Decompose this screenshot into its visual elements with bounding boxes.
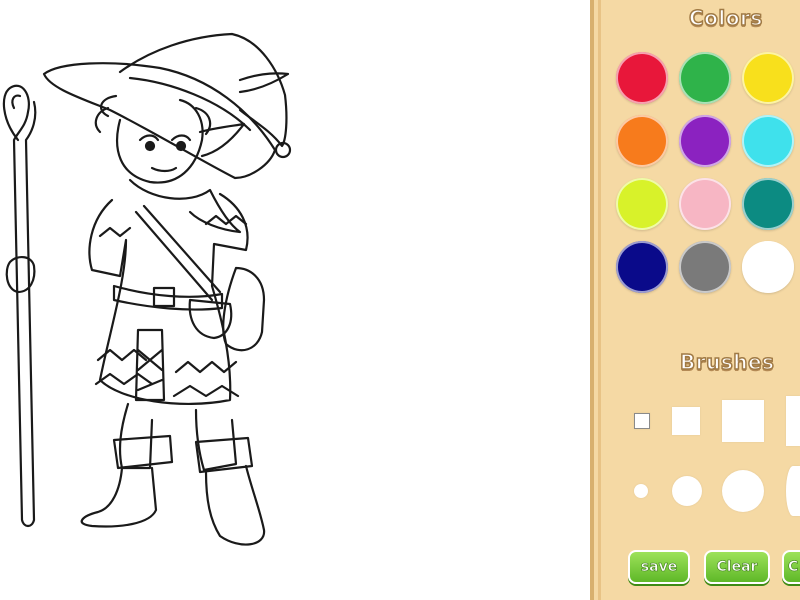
brush-round-xlarge[interactable] <box>786 466 800 516</box>
clear-button[interactable]: Clear <box>704 550 770 584</box>
brush-square-medium[interactable] <box>672 407 700 435</box>
brush-round-small[interactable] <box>634 484 648 498</box>
color-swatch-teal[interactable] <box>742 178 794 230</box>
color-swatch-green[interactable] <box>679 52 731 104</box>
partial-button[interactable]: C <box>782 550 800 584</box>
brush-square-xlarge[interactable] <box>786 396 800 446</box>
color-swatch-lime[interactable] <box>616 178 668 230</box>
color-swatch-red[interactable] <box>616 52 668 104</box>
color-swatch-white[interactable] <box>742 241 794 293</box>
tools-panel: Colors Brushes save Clear C <box>590 0 800 600</box>
color-swatch-pink[interactable] <box>679 178 731 230</box>
brush-round-large[interactable] <box>722 470 764 512</box>
elf-wizard-line-art <box>2 32 292 546</box>
save-button[interactable]: save <box>628 550 690 584</box>
brush-square-large[interactable] <box>722 400 764 442</box>
drawing-canvas[interactable] <box>0 0 590 600</box>
color-swatch-orange[interactable] <box>616 115 668 167</box>
color-swatch-purple[interactable] <box>679 115 731 167</box>
brush-round-medium[interactable] <box>672 476 702 506</box>
color-swatch-yellow[interactable] <box>742 52 794 104</box>
brush-square-small[interactable] <box>634 413 650 429</box>
color-swatch-cyan[interactable] <box>742 115 794 167</box>
color-swatch-navy[interactable] <box>616 241 668 293</box>
brushes-heading: Brushes <box>679 349 775 375</box>
color-swatch-gray[interactable] <box>679 241 731 293</box>
colors-heading: Colors <box>688 5 763 31</box>
